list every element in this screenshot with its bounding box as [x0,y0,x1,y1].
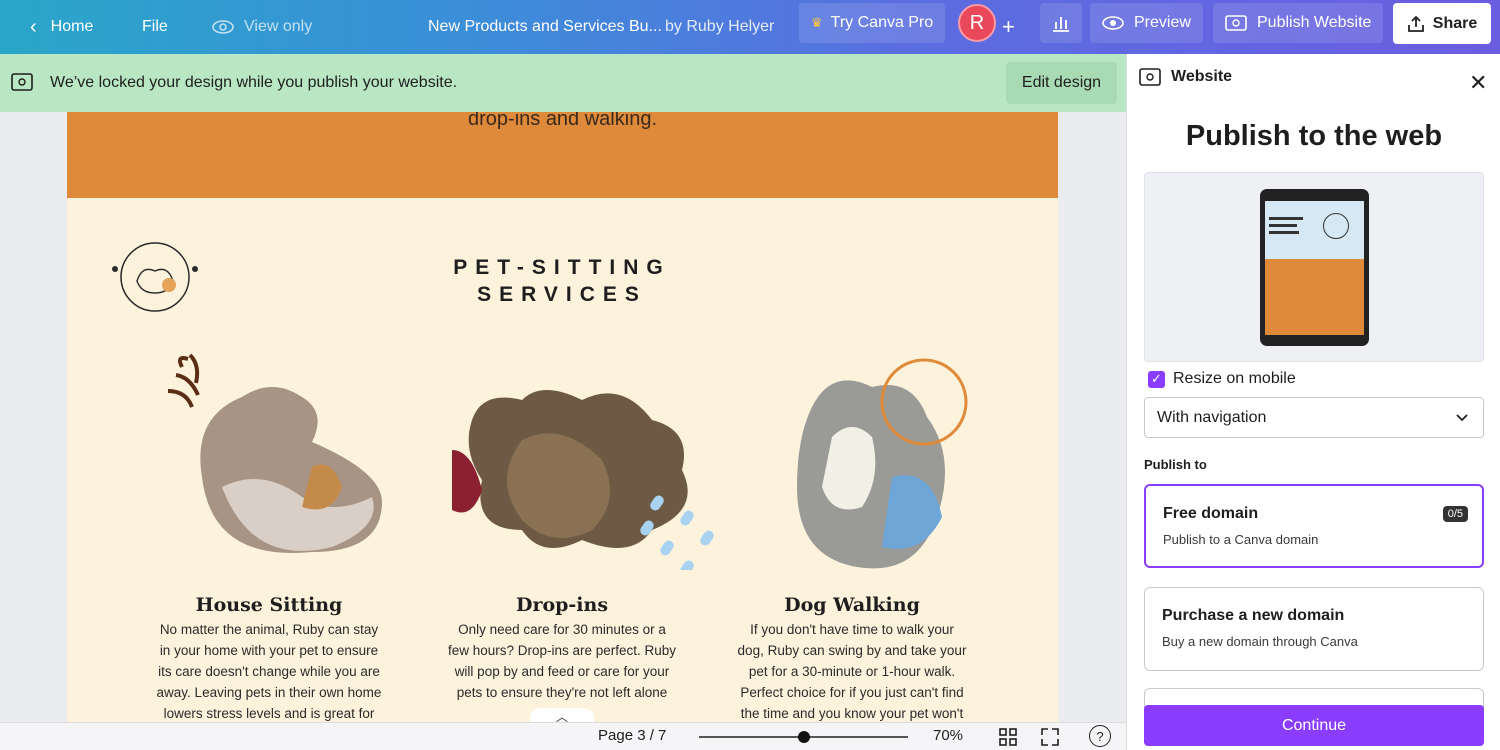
share-button[interactable]: Share [1393,3,1491,44]
zoom-slider-thumb[interactable] [797,731,810,743]
purchase-domain-option[interactable]: Purchase a new domain Buy a new domain t… [1144,587,1484,671]
orange-banner: drop-ins and walking. [67,112,1058,198]
option-subtitle: Buy a new domain through Canva [1162,634,1358,649]
service-title: Drop-ins [515,594,609,616]
service-line: pet for a 30-minute or 1-hour walk. [748,664,956,679]
option-title: Purchase a new domain [1162,607,1345,624]
bar-chart-icon [1053,17,1069,32]
logo-image [112,242,198,312]
view-only-toggle[interactable]: View only [212,0,312,54]
collapse-pages-button[interactable]: ︿ [530,708,594,722]
service-line: will pop by and feed or care for your [454,664,670,679]
website-icon [11,73,33,91]
panel-title: Publish to the web [1185,120,1443,152]
publish-website-button[interactable]: Publish Website [1213,3,1384,43]
grid-view-icon[interactable] [999,728,1017,750]
service-title: Dog Walking [784,594,920,616]
help-icon[interactable]: ? [1089,725,1111,747]
try-pro-label: Try Canva Pro [830,14,934,31]
check-icon[interactable]: ✓ [1148,370,1165,388]
author-label: by Ruby Helyer [665,0,774,54]
avatar[interactable]: R [958,4,996,42]
home-button[interactable]: ‹ Home [30,0,93,54]
close-icon[interactable]: ✕ [1469,70,1487,96]
design-canvas: drop-ins and walking. PET-SITTING SERVIC… [0,112,1126,722]
dog-walking-photo [797,358,968,569]
service-line: If you don't have time to walk your [750,622,954,637]
continue-button[interactable]: Continue [1144,705,1484,746]
notice-text: We’ve locked your design while you publi… [50,74,458,91]
file-label: File [142,18,168,35]
share-label: Share [1432,14,1478,32]
page-indicator[interactable]: Page 3 / 7 [598,727,666,744]
navigation-select[interactable]: With navigation [1144,397,1484,438]
usage-badge: 0/5 [1442,506,1468,522]
service-line: in your home with your pet to ensure [159,643,379,658]
locked-notice-bar: We’ve locked your design while you publi… [0,54,1126,112]
share-icon [1407,15,1424,32]
doc-title-text: New Products and Services Bu... [428,18,662,35]
service-line: Only need care for 30 minutes or a [458,622,666,637]
insights-button[interactable] [1040,3,1082,43]
edit-design-button[interactable]: Edit design [1006,62,1117,104]
drop-ins-photo [452,390,714,570]
service-line: No matter the animal, Ruby can stay [159,622,379,637]
chevron-down-icon [1456,414,1468,422]
service-title: House Sitting [195,594,343,616]
fullscreen-icon[interactable] [1041,728,1059,750]
tablet-preview-image [1260,189,1369,346]
free-domain-option[interactable]: Free domain Publish to a Canva domain 0/… [1144,484,1484,568]
publish-panel: Website ✕ Publish to the web ✓ Resize on… [1126,54,1500,750]
mobile-preview [1144,172,1484,362]
headline-line-2: SERVICES [477,283,647,306]
status-bar: Page 3 / 7 70% ? [0,722,1126,750]
website-icon [1139,68,1161,86]
panel-header-label: Website [1171,68,1233,85]
eye-icon [1102,16,1124,30]
try-canva-pro-button[interactable]: ♛ Try Canva Pro [799,3,946,43]
tablet-screen [1265,201,1364,335]
eye-icon [212,20,234,34]
service-description: No matter the animal, Ruby can stay in y… [141,619,397,722]
service-line: pets to ensure they're not left alone [456,685,668,700]
document-title[interactable]: New Products and Services Bu... [428,0,662,54]
chevron-left-icon: ‹ [30,15,37,38]
publish-to-label: Publish to [1144,457,1207,472]
author-text: by Ruby Helyer [665,18,775,35]
crown-icon: ♛ [811,15,823,30]
service-line: Perfect choice for if you just can't fin… [740,685,964,700]
zoom-level[interactable]: 70% [933,727,963,744]
panel-header: Website [1139,68,1232,86]
banner-text: drop-ins and walking. [468,112,657,130]
option-subtitle: Publish to a Canva domain [1163,532,1319,547]
service-description: If you don't have time to walk your dog,… [719,619,985,722]
file-menu-button[interactable]: File [142,0,168,54]
preview-button[interactable]: Preview [1090,3,1203,43]
service-line: lowers stress levels and is great for [163,706,375,721]
resize-on-mobile-checkbox[interactable]: ✓ Resize on mobile [1148,370,1296,388]
service-line: dog, Ruby can swing by and take your [737,643,967,658]
design-page: drop-ins and walking. PET-SITTING SERVIC… [67,112,1058,722]
service-line: its care doesn't change while you are [158,664,380,679]
service-line: few hours? Drop-ins are perfect. Ruby [447,643,677,658]
headline-line-1: PET-SITTING [453,256,671,279]
plus-icon[interactable]: + [1002,0,1015,54]
avatar-initial: R [969,11,985,34]
option-title: Free domain [1163,505,1259,522]
service-line: the time and you know your pet won't [740,706,964,721]
services-headline: PET-SITTING SERVICES [397,254,727,308]
publish-label: Publish Website [1257,14,1372,31]
view-only-label: View only [244,18,313,35]
preview-label: Preview [1134,14,1191,31]
service-description: Only need care for 30 minutes or a few h… [434,619,690,722]
resize-label: Resize on mobile [1173,370,1296,387]
website-icon [1225,15,1247,31]
service-line: away. Leaving pets in their own home [156,685,382,700]
navigation-select-value: With navigation [1157,408,1267,426]
home-label: Home [50,18,94,35]
top-toolbar: ‹ Home File View only New Products and S… [0,0,1500,54]
house-sitting-photo [167,353,382,554]
